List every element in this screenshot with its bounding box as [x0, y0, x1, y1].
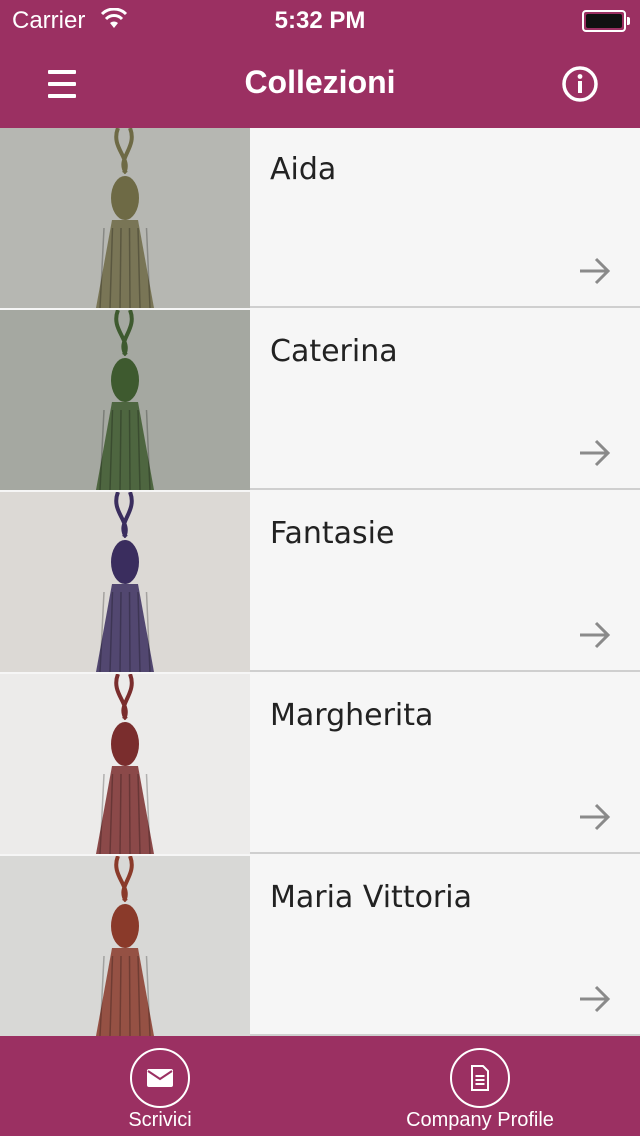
collection-row[interactable]: Margherita — [0, 674, 640, 854]
tab-label-company-profile: Company Profile — [406, 1109, 554, 1131]
info-icon[interactable] — [560, 64, 600, 104]
tab-bar: Scrivici Company Profile — [0, 1036, 640, 1136]
page-title: Collezioni — [244, 64, 396, 100]
tab-company-profile[interactable]: Company Profile — [320, 1036, 640, 1136]
collection-name: Margherita — [270, 698, 434, 733]
collection-name: Caterina — [270, 334, 398, 369]
tab-label-scrivici: Scrivici — [128, 1109, 192, 1131]
collection-name: Fantasie — [270, 516, 395, 551]
collection-thumbnail — [0, 310, 250, 490]
tassel-image — [0, 674, 250, 854]
nav-bar: Collezioni — [0, 40, 640, 128]
arrow-right-icon — [580, 803, 611, 831]
tassel-image — [0, 310, 250, 490]
collection-thumbnail — [0, 856, 250, 1036]
collection-row[interactable]: Caterina — [0, 310, 640, 490]
top-bar: Carrier 5:32 PM Collezioni — [0, 0, 640, 128]
tab-scrivici[interactable]: Scrivici — [0, 1036, 320, 1136]
battery-icon — [582, 10, 630, 32]
status-time: 5:32 PM — [274, 7, 366, 34]
collection-thumbnail — [0, 492, 250, 672]
tab-circle — [450, 1048, 510, 1108]
collection-row[interactable]: Maria Vittoria — [0, 856, 640, 1036]
collection-name: Maria Vittoria — [270, 880, 472, 915]
tassel-image — [0, 856, 250, 1036]
collections-list: Aida Caterina Fantasie Margherita Maria Vitt… — [0, 128, 640, 1036]
tassel-image — [0, 492, 250, 672]
app-screen: Carrier 5:32 PM Collezioni Aida Caterina… — [0, 0, 640, 1136]
status-bar: Carrier 5:32 PM — [0, 0, 640, 40]
collection-thumbnail — [0, 674, 250, 854]
collection-row[interactable]: Aida — [0, 128, 640, 308]
tab-circle — [130, 1048, 190, 1108]
collection-row[interactable]: Fantasie — [0, 492, 640, 672]
collection-thumbnail — [0, 128, 250, 308]
arrow-right-icon — [580, 985, 611, 1013]
arrow-right-icon — [580, 257, 611, 285]
envelope-icon — [147, 1069, 173, 1087]
document-icon — [471, 1065, 489, 1091]
arrow-right-icon — [580, 621, 611, 649]
collection-name: Aida — [270, 152, 337, 187]
tassel-image — [0, 128, 250, 308]
arrow-right-icon — [580, 439, 611, 467]
